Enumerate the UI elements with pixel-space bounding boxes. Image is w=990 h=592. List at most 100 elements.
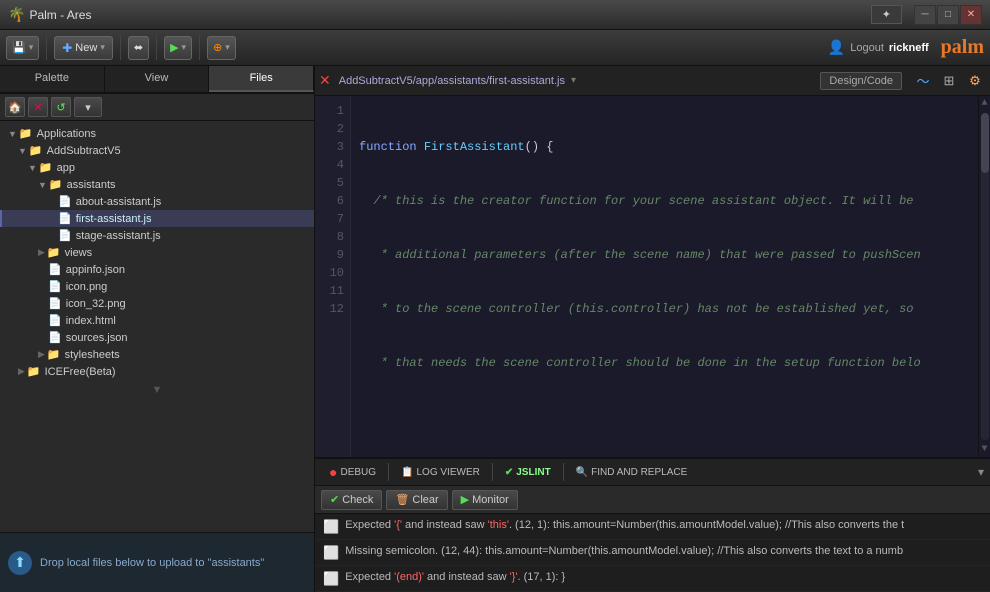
tree-item-addsubtractv5[interactable]: ▼ 📁 AddSubtractV5 xyxy=(0,142,314,159)
code-line-5: * that needs the scene controller should… xyxy=(359,354,970,372)
debug-btn[interactable]: ● DEBUG xyxy=(321,461,384,483)
jslint-label: JSLINT xyxy=(516,467,550,478)
win-controls: ─ □ ✕ xyxy=(914,5,982,25)
line-num: 8 xyxy=(315,228,344,246)
drop-icon: ⬆ xyxy=(8,551,32,575)
arrow-icon: ▶ xyxy=(18,366,25,377)
find-replace-btn[interactable]: 🔍 FIND AND REPLACE xyxy=(568,464,696,481)
lint-item-2[interactable]: ⬜ Missing semicolon. (12, 44): this.amou… xyxy=(315,540,990,566)
tree-label: icon.png xyxy=(66,281,108,293)
tab-files[interactable]: Files xyxy=(209,66,314,92)
scroll-bar[interactable]: ▲ ▼ xyxy=(978,96,990,457)
code-content[interactable]: function FirstAssistant() { /* this is t… xyxy=(351,96,978,457)
file-tree: ▼ 📁 Applications ▼ 📁 AddSubtractV5 ▼ 📁 a… xyxy=(0,121,314,532)
editor-icons: 〜 ⊞ ⚙ xyxy=(912,70,986,92)
log-viewer-btn[interactable]: 📋 LOG VIEWER xyxy=(393,464,488,481)
tree-label: sources.json xyxy=(66,332,128,344)
clear-btn[interactable]: 🗑 Clear xyxy=(386,490,447,510)
clear-icon: 🗑 xyxy=(395,493,409,506)
tree-item-icon32[interactable]: 📄 icon_32.png xyxy=(0,295,314,312)
tab-palette[interactable]: Palette xyxy=(0,66,105,92)
tree-item-appinfo[interactable]: 📄 appinfo.json xyxy=(0,261,314,278)
editor-tab-close-btn[interactable]: ✕ xyxy=(319,72,331,89)
scroll-up-arrow[interactable]: ▲ xyxy=(979,96,989,111)
sep3 xyxy=(156,36,157,60)
tree-item-icon[interactable]: 📄 icon.png xyxy=(0,278,314,295)
refresh-btn[interactable]: ↺ xyxy=(51,97,71,117)
tree-item-index[interactable]: 📄 index.html xyxy=(0,312,314,329)
monitor-btn[interactable]: ▶ Monitor xyxy=(452,490,518,510)
file-path-arrow[interactable]: ▾ xyxy=(571,75,576,86)
editor-file-path[interactable]: AddSubtractV5/app/assistants/first-assis… xyxy=(339,75,565,87)
tab-view[interactable]: View xyxy=(105,66,210,92)
tree-item-stylesheets[interactable]: ▶ 📁 stylesheets xyxy=(0,346,314,363)
gear-icon[interactable]: ⚙ xyxy=(964,70,986,92)
design-code-btn[interactable]: Design/Code xyxy=(820,72,902,90)
tree-item-assistants[interactable]: ▼ 📁 assistants xyxy=(0,176,314,193)
folder-icon: 📁 xyxy=(39,161,53,174)
home-btn[interactable]: 🏠 xyxy=(5,97,25,117)
monitor-icon: ▶ xyxy=(461,493,469,506)
line-num: 5 xyxy=(315,174,344,192)
file-icon: 📄 xyxy=(48,263,62,276)
jslint-btn[interactable]: ✔ JSLINT xyxy=(497,464,559,481)
tree-label: icon_32.png xyxy=(66,298,126,310)
lint-item-1[interactable]: ⬜ Expected '{' and instead saw 'this'. (… xyxy=(315,514,990,540)
check-btn[interactable]: ✔ Check xyxy=(321,490,382,510)
move-btn[interactable]: ⬌ xyxy=(128,36,149,60)
delete-btn[interactable]: ✕ xyxy=(28,97,48,117)
lint-item-3[interactable]: ⬜ Expected '(end)' and instead saw '}'. … xyxy=(315,566,990,592)
tree-item-applications[interactable]: ▼ 📁 Applications xyxy=(0,125,314,142)
win-max-btn[interactable]: □ xyxy=(937,5,959,25)
tree-item-views[interactable]: ▶ 📁 views xyxy=(0,244,314,261)
tree-item-app[interactable]: ▼ 📁 app xyxy=(0,159,314,176)
tree-item-about-assistant[interactable]: 📄 about-assistant.js xyxy=(0,193,314,210)
tree-label: views xyxy=(65,247,93,259)
grid-icon[interactable]: ⊞ xyxy=(938,70,960,92)
log-icon: 📋 xyxy=(401,467,413,478)
find-icon: 🔍 xyxy=(576,467,588,478)
debug-expand-btn[interactable]: ▾ xyxy=(978,465,984,479)
sep2 xyxy=(120,36,121,60)
lint-text-1: Expected '{' and instead saw 'this'. (12… xyxy=(345,518,904,532)
code-line-1: function FirstAssistant() { xyxy=(359,138,970,156)
tree-label: AddSubtractV5 xyxy=(47,145,121,157)
tree-item-icefree[interactable]: ▶ 📁 ICEFree(Beta) xyxy=(0,363,314,380)
play-btn[interactable]: ▶ ▾ xyxy=(164,36,192,60)
lint-results: ⬜ Expected '{' and instead saw 'this'. (… xyxy=(315,513,990,592)
tree-item-stage-assistant[interactable]: 📄 stage-assistant.js xyxy=(0,227,314,244)
line-num: 4 xyxy=(315,156,344,174)
win-min-btn[interactable]: ─ xyxy=(914,5,936,25)
new-tab-icon: ✦ xyxy=(882,8,891,21)
new-btn[interactable]: ✚ New ▾ xyxy=(54,36,113,60)
tree-label: app xyxy=(57,162,75,174)
scroll-down-btn[interactable]: ▼ xyxy=(0,380,314,400)
code-line-3: * additional parameters (after the scene… xyxy=(359,246,970,264)
scroll-track[interactable] xyxy=(981,113,989,440)
tree-label: appinfo.json xyxy=(66,264,125,276)
help-btn[interactable]: ⊕ ▾ xyxy=(207,36,236,60)
more-icon: ▾ xyxy=(85,101,91,114)
line-num: 12 xyxy=(315,300,344,318)
debug-label: DEBUG xyxy=(340,467,376,478)
tree-label: index.html xyxy=(66,315,116,327)
tree-item-sources[interactable]: 📄 sources.json xyxy=(0,329,314,346)
win-close-btn[interactable]: ✕ xyxy=(960,5,982,25)
scroll-down-arrow[interactable]: ▼ xyxy=(979,442,989,457)
file-icon: 📄 xyxy=(48,280,62,293)
monitor-label: Monitor xyxy=(472,494,509,506)
debug-sep3 xyxy=(563,463,564,481)
logout-label[interactable]: Logout xyxy=(850,42,884,54)
new-tab-btn[interactable]: ✦ xyxy=(871,5,902,24)
panel-tabs: Palette View Files xyxy=(0,66,314,94)
check-label: Check xyxy=(342,494,373,506)
folder-icon: 📁 xyxy=(19,127,33,140)
file-icon: 📄 xyxy=(58,212,72,225)
wave-icon[interactable]: 〜 xyxy=(912,70,934,92)
scroll-thumb[interactable] xyxy=(981,113,989,173)
more-btn[interactable]: ▾ xyxy=(74,97,102,117)
save-btn[interactable]: 💾 ▾ xyxy=(6,36,39,60)
lint-text-3: Expected '(end)' and instead saw '}'. (1… xyxy=(345,570,565,584)
user-icon: 👤 xyxy=(828,39,845,56)
tree-item-first-assistant[interactable]: 📄 first-assistant.js xyxy=(0,210,314,227)
